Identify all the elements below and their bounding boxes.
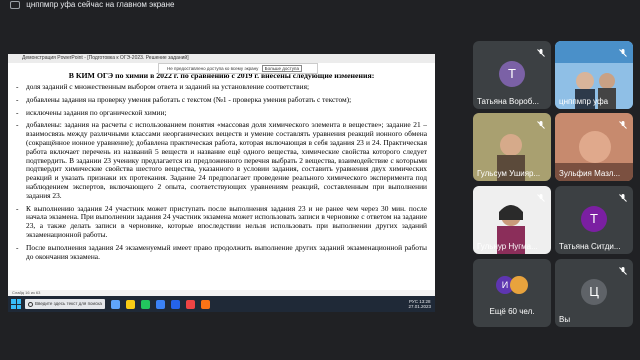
mic-off-icon: [618, 45, 628, 57]
participant-name: Татьяна Ситди...: [559, 242, 621, 251]
app-icon[interactable]: [201, 299, 210, 309]
participant-tile[interactable]: Т Татьяна Ситди...: [555, 186, 633, 254]
file-explorer-icon[interactable]: [126, 299, 135, 309]
system-tray: РУС 13:28 27.01.2023: [408, 299, 435, 309]
task-view-icon[interactable]: [111, 299, 120, 309]
more-participants-label: Ещё 60 чел.: [489, 307, 535, 316]
word-icon[interactable]: [171, 299, 180, 309]
participant-tile[interactable]: Зульфия Мазл...: [555, 113, 633, 181]
slide-content: В КИМ ОГЭ по химии в 2022 г. по сравнени…: [8, 63, 435, 261]
participant-tile[interactable]: Гульсум Ушияр...: [473, 113, 551, 181]
participant-name: Гульсум Ушияр...: [477, 169, 541, 178]
chrome-icon[interactable]: [141, 299, 150, 309]
presentation-banner: цнппмпр уфа сейчас на главном экране: [10, 0, 310, 12]
shared-screen: Демонстрация PowerPoint - [Подготовка к …: [8, 54, 435, 312]
more-avatars: И: [496, 275, 528, 294]
mic-off-icon: [536, 45, 546, 57]
slide-counter: Слайд 16 из 63: [12, 290, 41, 295]
slide-bullet: добавлены задания на проверку умения раб…: [16, 95, 427, 105]
avatar: Т: [581, 205, 607, 232]
participant-name: Гульнур Нугма...: [477, 242, 538, 251]
notice-text: Не предоставлено доступа ко всему экрану: [167, 66, 259, 71]
tray-date: 27.01.2023: [408, 304, 431, 309]
window-title: Демонстрация PowerPoint - [Подготовка к …: [22, 55, 189, 61]
banner-text: цнппмпр уфа сейчас на главном экране: [26, 0, 175, 9]
window-titlebar: Демонстрация PowerPoint - [Подготовка к …: [8, 54, 435, 63]
slide-bullet: доля заданий с множественным выбором отв…: [16, 82, 427, 92]
participant-tile[interactable]: Т Татьяна Вороб...: [473, 41, 551, 109]
slide-bullet: исключены задания по органической химии;: [16, 108, 427, 118]
mic-off-icon: [618, 263, 628, 275]
windows-taskbar: Введите здесь текст для поиска РУС 13:28…: [8, 296, 435, 312]
avatar: Ц: [581, 278, 607, 305]
windows-start-icon[interactable]: [11, 299, 21, 309]
avatar: [510, 275, 528, 294]
powerpoint-icon[interactable]: [186, 299, 195, 309]
more-participants-tile[interactable]: И Ещё 60 чел.: [473, 259, 551, 327]
participant-name: Зульфия Мазл...: [559, 169, 621, 178]
mic-off-icon: [536, 190, 546, 202]
participant-name: Татьяна Вороб...: [477, 97, 539, 106]
slide-bullet: добавлены: задания на расчеты с использо…: [16, 120, 427, 200]
more-access-button[interactable]: Больше доступа: [261, 65, 302, 72]
participant-tile[interactable]: Гульнур Нугма...: [473, 186, 551, 254]
mic-off-icon: [618, 190, 628, 202]
screen-share-icon: [10, 0, 20, 9]
participant-name: цнппмпр уфа: [559, 97, 609, 106]
taskbar-search-input[interactable]: Введите здесь текст для поиска: [25, 299, 105, 309]
mic-off-icon: [536, 117, 546, 129]
slide-bullets: доля заданий с множественным выбором отв…: [16, 82, 427, 262]
slide-bullet: К выполнению задания 24 участник может п…: [16, 204, 427, 240]
mic-off-icon: [618, 117, 628, 129]
self-tile[interactable]: Ц Вы: [555, 259, 633, 327]
edge-icon[interactable]: [156, 299, 165, 309]
share-notice: Не предоставлено доступа ко всему экрану…: [158, 63, 318, 74]
participant-name: Вы: [559, 315, 571, 324]
participant-tile[interactable]: цнппмпр уфа: [555, 41, 633, 109]
avatar: Т: [499, 60, 525, 87]
slide-bullet: После выполнения задания 24 экзаменуемый…: [16, 243, 427, 262]
